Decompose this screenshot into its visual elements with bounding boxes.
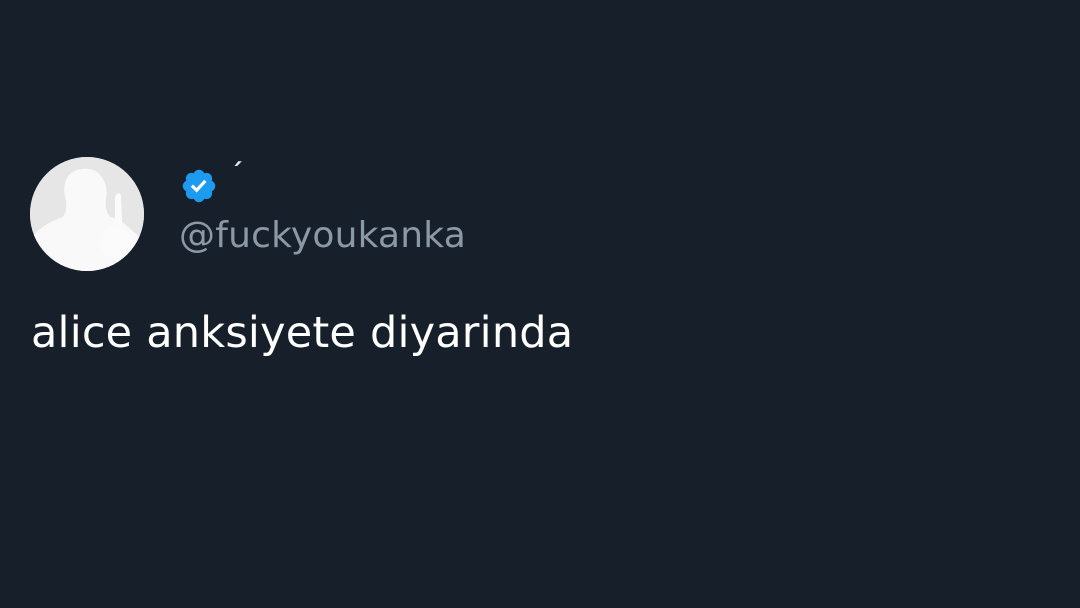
user-handle[interactable]: @fuckyoukanka: [179, 214, 466, 258]
verified-badge-icon: [182, 169, 216, 203]
name-row: ´: [180, 161, 243, 203]
avatar[interactable]: [30, 157, 144, 271]
tweet-card: ´ @fuckyoukanka alice anksiyete diyarind…: [0, 0, 1080, 608]
display-name[interactable]: ´: [230, 161, 243, 187]
user-silhouette-icon: [30, 157, 144, 271]
tweet-text: alice anksiyete diyarinda: [31, 308, 574, 358]
